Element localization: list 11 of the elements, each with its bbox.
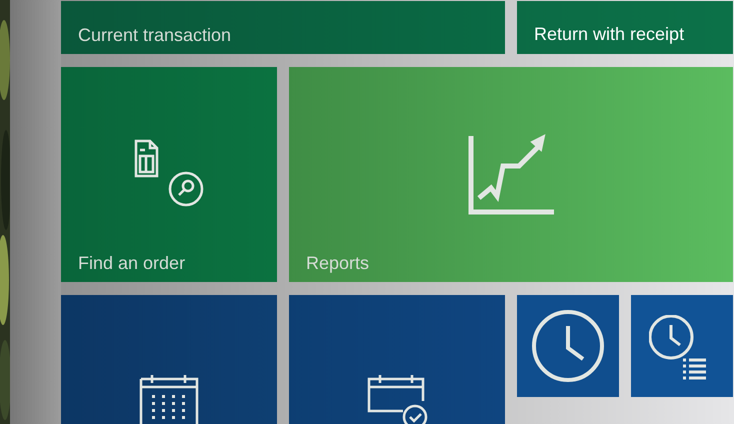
tile[interactable]: Current transaction (61, 1, 505, 54)
tile[interactable] (289, 295, 505, 424)
tile[interactable] (61, 295, 277, 424)
clock-icon (531, 309, 605, 383)
rising-chart-icon (468, 134, 556, 216)
tile[interactable]: Return with receipt (517, 1, 733, 54)
tile[interactable] (631, 295, 733, 397)
calendar-icon (139, 375, 199, 424)
calendar-check-icon (367, 375, 429, 424)
tile[interactable] (517, 295, 619, 397)
tile[interactable]: Find an order (61, 67, 277, 282)
